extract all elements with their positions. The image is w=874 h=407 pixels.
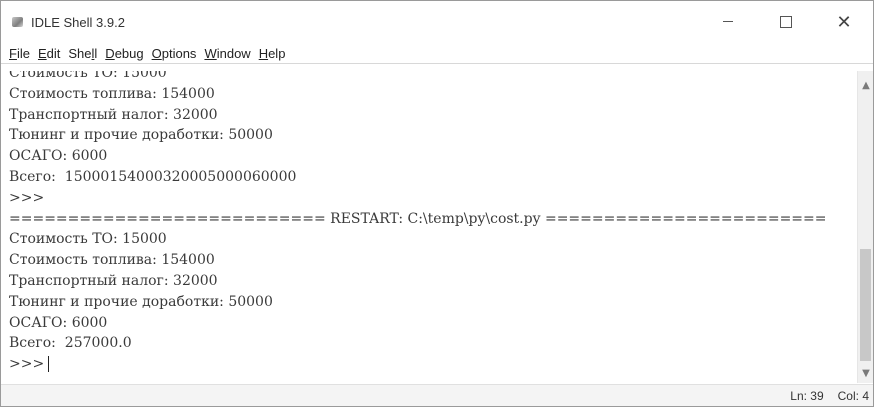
output-line: Всего: 257000.0 bbox=[9, 335, 132, 352]
close-button[interactable]: ✕ bbox=[815, 1, 873, 43]
idle-shell-window: IDLE Shell 3.9.2 ✕ File Edit Shell Debug… bbox=[0, 0, 874, 407]
output-line: Стоимость ТО: 15000 bbox=[9, 71, 167, 81]
maximize-icon bbox=[780, 16, 792, 28]
output-line: Всего: 15000154000320005000060000 bbox=[9, 168, 297, 185]
maximize-button[interactable] bbox=[757, 1, 815, 43]
scroll-thumb[interactable] bbox=[860, 249, 871, 361]
output-line: Стоимость ТО: 15000 bbox=[9, 231, 167, 248]
menu-edit[interactable]: Edit bbox=[38, 46, 60, 61]
menu-shell[interactable]: Shell bbox=[68, 46, 97, 61]
output-line: Транспортный налог: 32000 bbox=[9, 272, 218, 289]
menu-options[interactable]: Options bbox=[152, 46, 197, 61]
title-bar[interactable]: IDLE Shell 3.9.2 ✕ bbox=[1, 1, 873, 43]
column-number: Col: 4 bbox=[837, 388, 869, 403]
status-bar: Ln: 39 Col: 4 bbox=[1, 384, 873, 406]
prompt: >>> bbox=[9, 356, 45, 373]
minimize-icon bbox=[723, 20, 733, 22]
input-prompt-line[interactable]: >>> bbox=[1, 354, 857, 375]
window-title: IDLE Shell 3.9.2 bbox=[31, 14, 125, 30]
line-number: Ln: 39 bbox=[790, 388, 824, 403]
output-line: Тюнинг и прочие доработки: 50000 bbox=[9, 127, 273, 144]
close-icon: ✕ bbox=[836, 11, 852, 33]
menu-help[interactable]: Help bbox=[259, 46, 286, 61]
output-line: Стоимость топлива: 154000 bbox=[9, 252, 215, 269]
scroll-down-arrow-icon[interactable]: ▼ bbox=[858, 365, 874, 381]
menu-file[interactable]: File bbox=[9, 46, 30, 61]
output-line: Стоимость топлива: 154000 bbox=[9, 85, 215, 102]
text-cursor bbox=[48, 356, 50, 373]
prompt-line: >>> bbox=[9, 189, 45, 206]
output-line: ОСАГО: 6000 bbox=[9, 314, 108, 331]
output-line: ОСАГО: 6000 bbox=[9, 148, 108, 165]
menu-debug[interactable]: Debug bbox=[105, 46, 143, 61]
minimize-button[interactable] bbox=[699, 1, 757, 43]
output-line: Тюнинг и прочие доработки: 50000 bbox=[9, 293, 273, 310]
vertical-scrollbar[interactable]: ▲ ▼ bbox=[857, 71, 873, 383]
restart-banner: =========================== RESTART: C:\… bbox=[9, 210, 827, 227]
scroll-up-arrow-icon[interactable]: ▲ bbox=[858, 77, 874, 93]
idle-feather-icon bbox=[11, 15, 25, 29]
shell-output[interactable]: Стоимость ТО: 15000 Стоимость топлива: 1… bbox=[1, 71, 857, 383]
menu-window[interactable]: Window bbox=[204, 46, 250, 61]
output-line: Транспортный налог: 32000 bbox=[9, 106, 218, 123]
menu-bar: File Edit Shell Debug Options Window Hel… bbox=[1, 43, 873, 64]
